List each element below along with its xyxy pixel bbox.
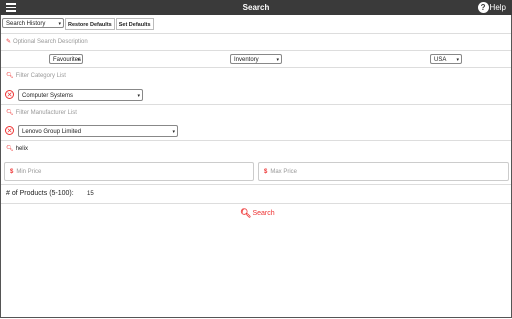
edit-icon: ✎ xyxy=(6,39,12,45)
dropdown-arrow-icon: ▾ xyxy=(456,57,459,63)
divider xyxy=(1,140,511,141)
dollar-icon: $ xyxy=(264,168,268,175)
dropdown-arrow-icon: ▾ xyxy=(137,93,140,99)
divider xyxy=(1,184,511,185)
min-price-placeholder: Min Price xyxy=(16,168,42,175)
set-defaults-button[interactable]: Set Defaults xyxy=(115,18,154,30)
search-icon: 🔍︎ xyxy=(240,208,252,218)
dollar-icon: $ xyxy=(10,168,14,175)
divider xyxy=(1,50,511,51)
clear-manufacturer-icon[interactable]: ✕ xyxy=(5,126,14,135)
page-title: Search xyxy=(242,3,270,12)
favourites-select[interactable]: Favourites ▾ xyxy=(49,54,83,64)
products-count-input[interactable]: 15 xyxy=(87,191,94,197)
divider xyxy=(1,104,511,105)
category-select[interactable]: Computer Systems ▾ xyxy=(18,89,143,101)
keyword-field[interactable]: 🔍︎ helix xyxy=(6,145,28,153)
max-price-input[interactable]: $ Max Price xyxy=(258,162,509,181)
country-value: USA xyxy=(434,57,447,63)
search-icon: 🔍︎ xyxy=(6,146,14,152)
description-placeholder: Optional Search Description xyxy=(13,38,88,45)
min-price-input[interactable]: $ Min Price xyxy=(4,162,254,181)
divider xyxy=(1,203,511,204)
divider xyxy=(1,67,511,68)
search-icon: 🔍︎ xyxy=(6,73,14,79)
inventory-value: Inventory xyxy=(234,57,259,63)
divider xyxy=(1,33,511,34)
manufacturer-value: Lenovo Group Limited xyxy=(22,129,82,135)
manufacturer-filter-placeholder: Filter Manufacturer List xyxy=(15,109,77,116)
help-label: Help xyxy=(489,3,506,12)
dropdown-arrow-icon: ▾ xyxy=(58,21,61,27)
manufacturer-select[interactable]: Lenovo Group Limited ▾ xyxy=(18,125,178,137)
dropdown-arrow-icon: ▾ xyxy=(276,57,279,63)
inventory-select[interactable]: Inventory ▾ xyxy=(230,54,282,64)
manufacturer-filter-field[interactable]: 🔍︎ Filter Manufacturer List xyxy=(6,109,77,117)
description-field[interactable]: ✎ Optional Search Description xyxy=(6,38,88,46)
dropdown-arrow-icon: ▾ xyxy=(77,57,80,63)
category-filter-field[interactable]: 🔍︎ Filter Category List xyxy=(6,72,66,80)
clear-category-icon[interactable]: ✕ xyxy=(5,90,14,99)
help-icon: ? xyxy=(477,2,489,13)
search-button[interactable]: 🔍︎ Search xyxy=(240,208,275,219)
keyword-value: helix xyxy=(15,145,28,152)
search-button-label: Search xyxy=(252,210,275,217)
restore-defaults-button[interactable]: Restore Defaults xyxy=(65,18,115,30)
products-label: # of Products (5-100): xyxy=(6,190,74,197)
search-icon: 🔍︎ xyxy=(6,110,14,116)
app-frame xyxy=(0,0,512,318)
country-select[interactable]: USA ▾ xyxy=(430,54,462,64)
help-button[interactable]: ? Help xyxy=(477,2,506,13)
search-history-select[interactable]: Search History ▾ xyxy=(2,18,64,28)
dropdown-arrow-icon: ▾ xyxy=(172,129,175,135)
top-bar: Search ? Help xyxy=(0,0,512,15)
category-value: Computer Systems xyxy=(22,93,74,99)
category-filter-placeholder: Filter Category List xyxy=(15,72,66,79)
max-price-placeholder: Max Price xyxy=(270,168,298,175)
toolbar: Search History ▾ Restore Defaults Set De… xyxy=(2,18,154,30)
search-history-value: Search History xyxy=(6,21,46,27)
